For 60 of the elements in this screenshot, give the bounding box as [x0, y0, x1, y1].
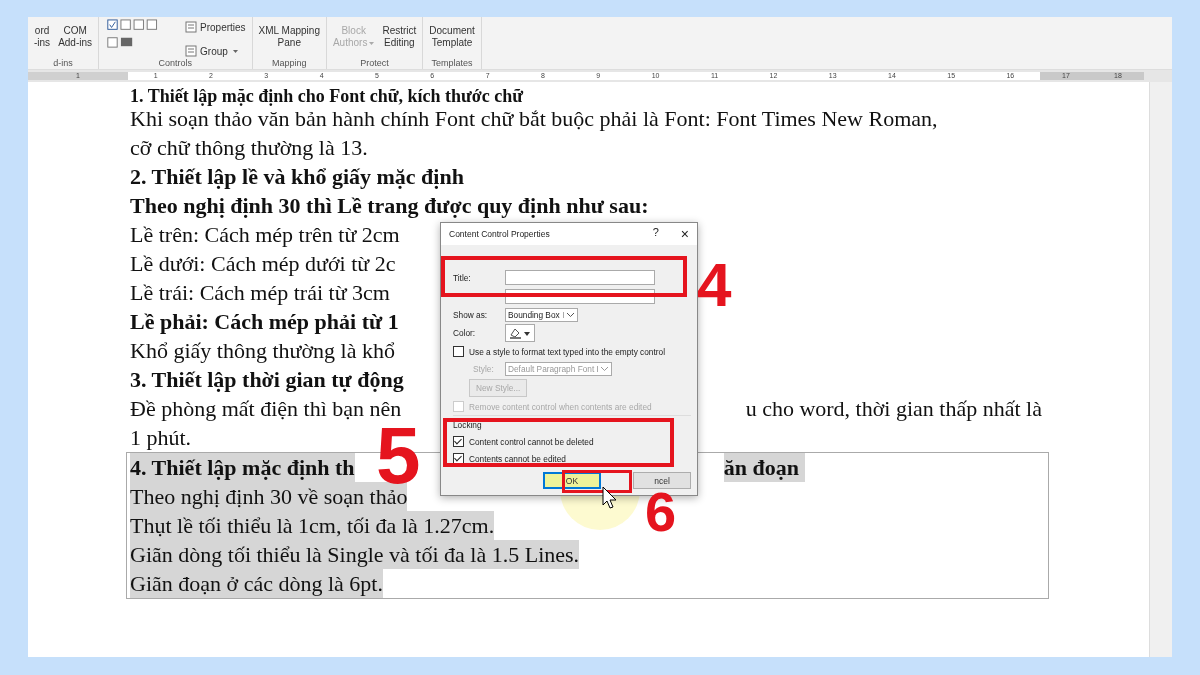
group-label: Mapping — [271, 57, 308, 69]
field-label: Style: — [473, 363, 495, 374]
highlighted-text: Giãn dòng tối thiểu là Single và tối đa là 1.5 Lines. — [130, 540, 580, 569]
section-label: Locking — [453, 419, 482, 430]
highlighted-text: Giãn đoạn ở các dòng là 6pt. — [130, 569, 383, 598]
document-text: Lề trên: Cách mép trên từ 2cm — [130, 221, 400, 249]
ribbon-button[interactable]: COM Add-ins — [58, 25, 93, 49]
group-label: d-ins — [52, 57, 74, 69]
color-button[interactable] — [505, 324, 535, 342]
ribbon-button[interactable]: XML Mapping Pane — [258, 25, 320, 49]
highlighted-text: Thụt lề tối thiểu là 1cm, tối đa là 1.27cm. — [130, 511, 495, 540]
dialog-title: Content Control Properties — [449, 229, 550, 239]
document-text: 3. Thiết lập thời gian tự động — [130, 366, 404, 394]
highlighted-text: ăn đoạn — [723, 453, 805, 482]
show-as-dropdown[interactable]: Bounding Box — [505, 307, 578, 322]
dialog-button[interactable]: ncel — [633, 472, 691, 489]
checkbox-label: Contents cannot be edited — [469, 453, 566, 464]
annotation-frame — [562, 470, 632, 493]
document-text: Theo nghị định 30 thì Lề trang được quy định như sau: — [130, 192, 649, 220]
ribbon-button[interactable]: Document Template — [429, 25, 475, 49]
control-icon — [185, 45, 198, 57]
document-text: Lề trái: Cách mép trái từ 3cm — [130, 279, 390, 307]
chevron-icon — [597, 365, 610, 372]
caret-icon — [232, 49, 238, 53]
mouse-pointer-icon — [602, 486, 618, 510]
title-field[interactable] — [505, 270, 655, 285]
field-label: Show as: — [453, 309, 489, 320]
help-button[interactable]: ? — [652, 226, 659, 242]
control-icon — [185, 21, 198, 33]
field-label: Color: — [453, 328, 477, 338]
ribbon-button[interactable]: ord -ins — [34, 25, 51, 49]
chevron-icon — [562, 311, 575, 318]
group-label: Controls — [157, 57, 194, 69]
checkbox-label: Remove content control when contents are edited — [469, 401, 652, 412]
step-number: 4 — [697, 254, 732, 316]
document-text: Lề dưới: Cách mép dưới từ 2c — [130, 250, 396, 278]
document-text: u cho word, thời gian thấp nhất là — [745, 395, 1042, 423]
checkbox-label: Use a style to format text typed into the empty control — [469, 346, 665, 357]
checkbox[interactable] — [453, 346, 464, 357]
highlighted-text: 4. Thiết lập mặc định th — [130, 453, 355, 482]
document-text: Khổ giấy thông thường là khổ — [130, 337, 395, 365]
document-text: cỡ chữ thông thường là 13. — [130, 134, 368, 162]
checkbox[interactable] — [453, 453, 464, 464]
checkbox[interactable] — [453, 436, 464, 447]
scrollbar[interactable] — [1149, 82, 1172, 657]
group-label: Protect — [359, 57, 390, 69]
document-text: 2. Thiết lập lề và khổ giấy mặc định — [130, 163, 464, 191]
ribbon-button[interactable]: Group — [185, 45, 246, 57]
group-label: Templates — [430, 57, 474, 69]
document-text: Lề phải: Cách mép phải từ 1 — [130, 308, 399, 336]
close-button[interactable]: × — [680, 226, 689, 242]
document-text: 1 phút. — [130, 424, 192, 452]
document-text: Đề phòng mất điện thì bạn nên — [130, 395, 402, 423]
caret-icon — [369, 41, 375, 45]
checkbox-label: Content control cannot be deleted — [469, 436, 594, 447]
document-text: Khi soạn thảo văn bản hành chính Font chữ bắt buộc phải là Font: Font Times New Roman, — [130, 106, 938, 133]
document-text: 1. Thiết lập mặc định cho Font chữ, kích thước chữ — [130, 88, 524, 104]
ribbon-button[interactable]: Restrict Editing — [382, 25, 417, 49]
field-label: Title: — [453, 272, 472, 283]
ribbon-button[interactable]: Properties — [185, 21, 246, 33]
